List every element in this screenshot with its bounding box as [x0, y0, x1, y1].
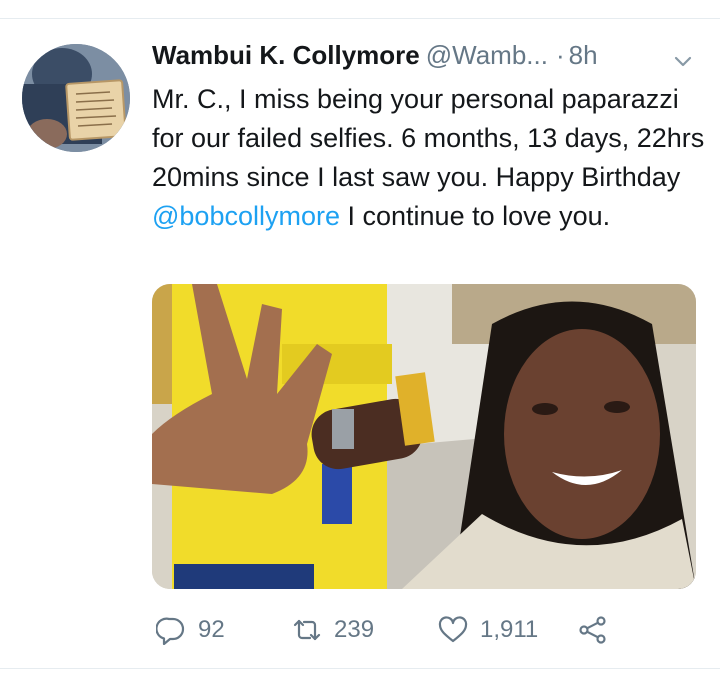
chevron-down-icon[interactable] [672, 50, 694, 72]
separator-dot: · [555, 40, 565, 70]
bottom-divider [0, 668, 720, 669]
like-button[interactable]: 1,911 [438, 610, 538, 650]
author-handle[interactable]: @Wamb... [426, 40, 548, 70]
tweet-text: Mr. C., I miss being your personal papar… [152, 80, 712, 236]
like-count: 1,911 [480, 616, 539, 643]
tweet-photo[interactable] [152, 284, 696, 589]
avatar-image [22, 44, 130, 152]
share-icon [579, 616, 606, 644]
timestamp[interactable]: 8h [569, 40, 598, 70]
tweet-header: Wambui K. Collymore @Wamb... · 8h [152, 40, 712, 80]
heart-icon [438, 616, 468, 643]
tweet-text-body: Mr. C., I miss being your personal papar… [152, 84, 705, 192]
author-name[interactable]: Wambui K. Collymore [152, 40, 420, 70]
retweet-button[interactable]: 239 [292, 610, 374, 650]
selfie-photo [152, 284, 696, 589]
tweet-actions: 92 239 1,911 [152, 610, 712, 650]
top-divider [0, 18, 720, 19]
avatar[interactable] [22, 44, 130, 152]
retweet-count: 239 [334, 616, 375, 643]
reply-button[interactable]: 92 [156, 610, 225, 650]
mention-link[interactable]: @bobcollymore [152, 201, 340, 231]
reply-count: 92 [198, 616, 225, 643]
reply-icon [156, 617, 185, 645]
share-button[interactable] [578, 610, 608, 650]
retweet-icon [293, 619, 321, 641]
tweet-text-end: I continue to love you. [340, 201, 611, 231]
